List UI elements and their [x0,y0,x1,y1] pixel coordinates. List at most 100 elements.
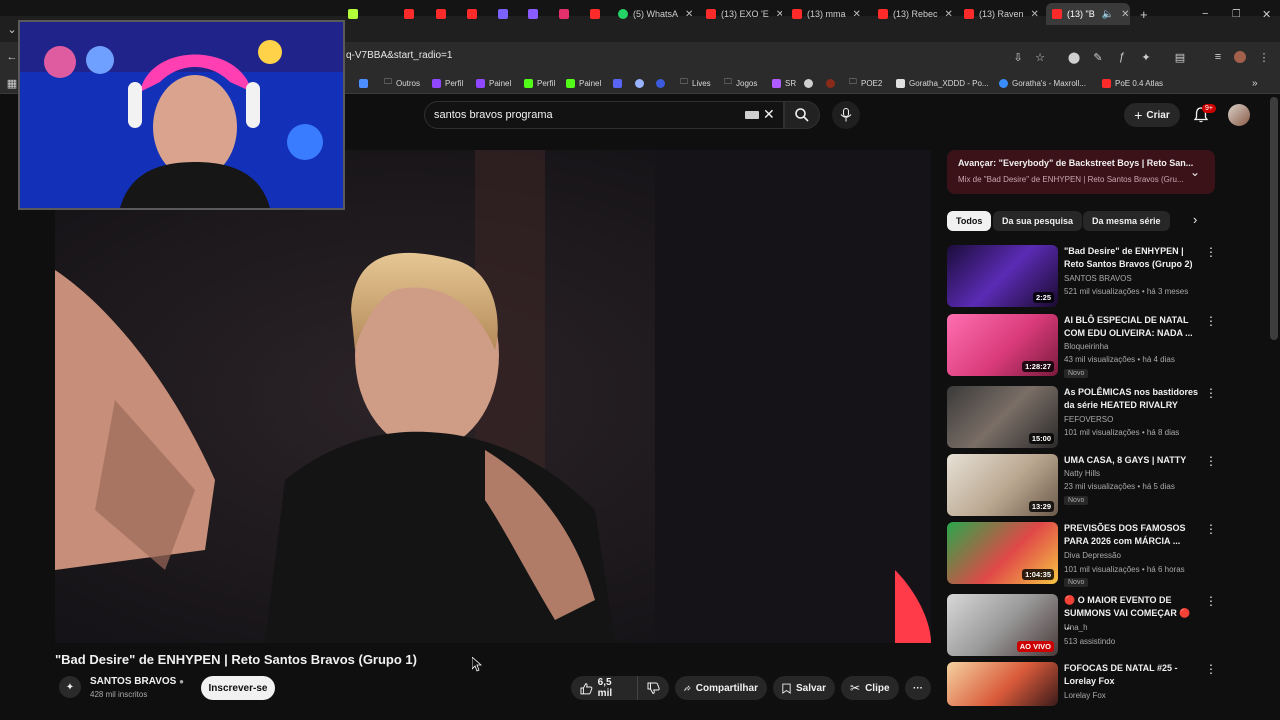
video-player[interactable] [55,150,931,643]
media-icon[interactable]: ≡ [1210,49,1226,65]
bookmark-sparkle[interactable] [359,76,368,90]
video-menu-icon[interactable]: ⋮ [1205,314,1217,328]
clip-button[interactable]: ✂ Clipe [841,676,899,700]
tab-2[interactable] [398,3,426,25]
pen-icon[interactable]: ✎ [1090,49,1106,65]
tab-4[interactable] [461,3,489,25]
chip-da-sua-pesquisa[interactable]: Da sua pesquisa [993,211,1083,231]
bookmark-maxroll[interactable]: Goratha's - Maxroll... [999,76,1086,90]
save-button[interactable]: Salvar [773,676,835,700]
video-menu-icon[interactable]: ⋮ [1205,454,1217,468]
chip-da-mesma-serie[interactable]: Da mesma série [1083,211,1170,231]
channel-avatar[interactable]: ✦ [59,676,81,698]
channel-name[interactable]: SANTOS BRAVOS [1064,274,1132,283]
close-tab-icon[interactable]: ✕ [1121,9,1129,20]
video-menu-icon[interactable]: ⋮ [1205,245,1217,259]
video-title[interactable]: As POLÊMICAS nos bastidores da série HEA… [1064,386,1200,412]
bookmark-icon-d[interactable] [804,76,813,90]
bookmark-goratha[interactable]: Goratha_XDDD - Po... [896,76,989,90]
tab-3[interactable] [430,3,458,25]
tab-6[interactable] [522,3,550,25]
account-avatar[interactable] [1228,104,1250,126]
clear-search-icon[interactable]: ✕ [763,106,775,123]
bookmark-painel-2[interactable]: Painel [566,76,601,90]
channel-name[interactable]: Diva Depressão [1064,551,1121,560]
tab-1[interactable] [342,3,370,25]
like-button[interactable]: 6,5 mil [571,676,637,700]
minimize-icon[interactable]: − [1196,3,1210,25]
tab-raven[interactable]: (13) Raven ✕ [958,3,1042,25]
bookmark-icon-a[interactable] [613,76,622,90]
close-tab-icon[interactable]: ✕ [1031,9,1039,20]
subscribe-button[interactable]: Inscrever-se [201,676,275,700]
puzzle-icon[interactable]: ✦ [1138,49,1154,65]
voice-search-button[interactable] [832,101,860,129]
tab-7[interactable] [553,3,581,25]
channel-name[interactable]: Natty Hills [1064,469,1100,478]
bookmark-poe-atlas[interactable]: PoE 0.4 Atlas [1102,76,1163,90]
search-input-value[interactable]: santos bravos programa [434,109,553,121]
video-menu-icon[interactable]: ⋮ [1205,522,1217,536]
bookmark-sr[interactable]: SR [772,76,796,90]
bookmark-lives[interactable]: 🗀 Lives [680,76,711,90]
video-thumbnail[interactable]: 1:04:35 [947,522,1058,584]
close-tab-icon[interactable]: ✕ [945,9,953,20]
maximize-icon[interactable]: ❐ [1226,3,1240,25]
video-thumbnail[interactable]: 13:29 [947,454,1058,516]
new-tab-button[interactable]: + [1134,3,1154,25]
share-button[interactable]: Compartilhar [675,676,767,700]
extension-icon[interactable]: ⬤ [1066,49,1082,65]
bookmark-icon-b[interactable] [635,76,644,90]
keyboard-icon[interactable] [745,111,759,119]
video-menu-icon[interactable]: ⋮ [1205,594,1217,608]
bookmark-icon-e[interactable] [826,76,835,90]
chevron-right-icon[interactable]: › [1193,212,1197,227]
create-button[interactable]: + Criar [1124,103,1180,127]
install-app-icon[interactable]: ⇩ [1010,49,1026,65]
tab-exo[interactable]: (13) EXO 'E ✕ [700,3,782,25]
video-title[interactable]: UMA CASA, 8 GAYS | NATTY [1064,454,1200,467]
video-thumbnail[interactable]: AO VIVO [947,594,1058,656]
video-thumbnail[interactable] [947,662,1058,706]
profile-icon[interactable] [1232,49,1248,65]
bookmark-icon-c[interactable] [656,76,665,90]
channel-name[interactable]: SANTOS BRAVOS ● [90,676,184,687]
channel-name[interactable]: FEFOVERSO [1064,415,1113,424]
video-title[interactable]: FOFOCAS DE NATAL #25 - Lorelay Fox [1064,662,1200,688]
bookmark-perfil[interactable]: Perfil [432,76,463,90]
bookmark-perfil-2[interactable]: Perfil [524,76,555,90]
channel-name[interactable]: Lorelay Fox [1064,691,1106,700]
tab-active[interactable]: (13) "B 🔈 ✕ [1046,3,1130,25]
close-tab-icon[interactable]: ✕ [685,9,693,20]
formula-icon[interactable]: ƒ [1114,49,1130,65]
video-title[interactable]: PREVISÕES DOS FAMOSOS PARA 2026 com MÁRC… [1064,522,1200,548]
video-thumbnail[interactable]: 2:25 [947,245,1058,307]
bookmarks-overflow-icon[interactable]: » [1252,76,1258,90]
video-thumbnail[interactable]: 15:00 [947,386,1058,448]
close-tab-icon[interactable]: ✕ [853,9,861,20]
bookmark-jogos[interactable]: 🗀 Jogos [724,76,757,90]
tab-8[interactable] [584,3,612,25]
channel-name[interactable]: Bloqueirinha [1064,342,1108,351]
chevron-down-icon[interactable]: ⌄ [1190,165,1200,179]
channel-name[interactable]: Una_h [1064,623,1088,632]
more-actions-button[interactable]: ··· [905,676,931,700]
chip-todos[interactable]: Todos [947,211,992,231]
bookmark-painel[interactable]: Painel [476,76,511,90]
tab-mma[interactable]: (13) mma ✕ [786,3,868,25]
url-field[interactable]: q-V7BBA&start_radio=1 [346,50,452,61]
window-close-icon[interactable]: ✕ [1256,3,1270,25]
video-title[interactable]: AI BLÔ ESPECIAL DE NATAL COM EDU OLIVEIR… [1064,314,1200,340]
video-title[interactable]: "Bad Desire" de ENHYPEN | Reto Santos Br… [1064,245,1200,271]
bookmark-poe2[interactable]: 🗀 POE2 [849,76,882,90]
more-menu-icon[interactable]: ⋮ [1256,49,1272,65]
tab-5[interactable] [492,3,520,25]
sidebar-icon[interactable]: ▤ [1172,49,1188,65]
dislike-button[interactable] [637,676,669,700]
tab-rebec[interactable]: (13) Rebec ✕ [872,3,954,25]
tab-whatsapp[interactable]: (5) WhatsA ✕ [612,3,694,25]
bookmark-star-icon[interactable]: ☆ [1032,49,1048,65]
scrollbar[interactable] [1270,97,1278,340]
video-menu-icon[interactable]: ⋮ [1205,662,1217,676]
mix-next-card[interactable] [947,150,1215,194]
